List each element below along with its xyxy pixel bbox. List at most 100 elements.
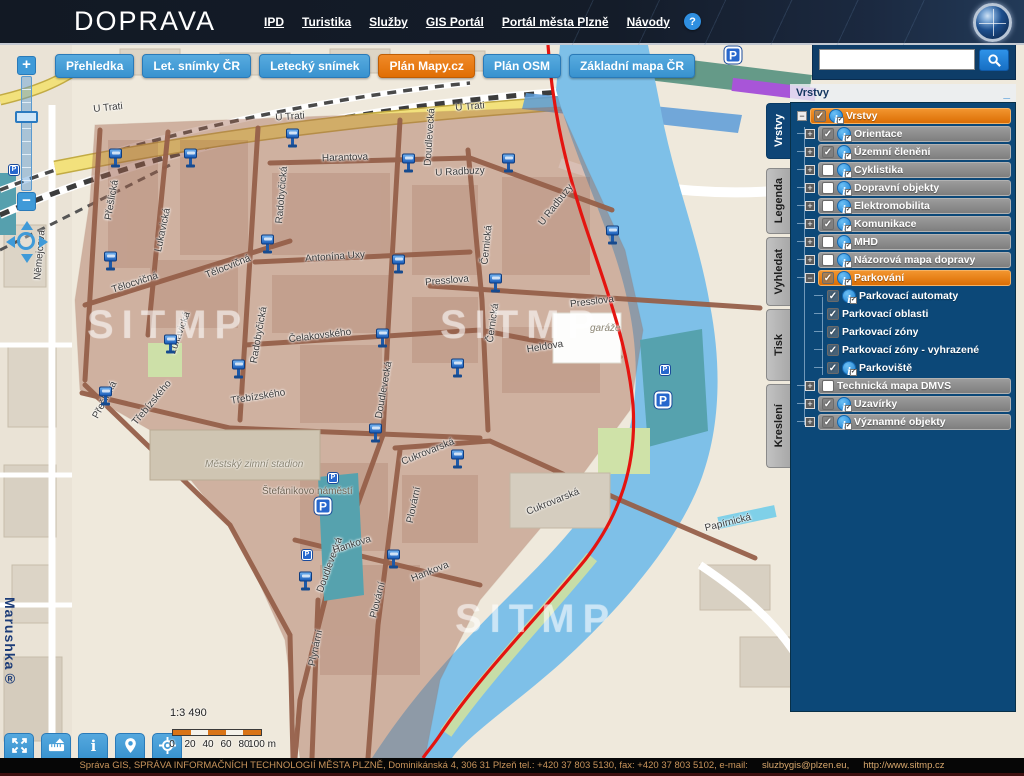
expander-plus-icon[interactable]: + (805, 201, 815, 211)
parking-meter-pin[interactable] (501, 154, 515, 175)
layer-row-komunikace[interactable]: +✓i✓Komunikace (795, 215, 1011, 232)
layer-row-n-zorov-mapa-dopravy[interactable]: +i✓Názorová mapa dopravy (795, 251, 1011, 268)
layer-info-icon[interactable]: i✓ (837, 199, 851, 213)
search-input[interactable] (819, 49, 975, 70)
expander-plus-icon[interactable]: + (805, 399, 815, 409)
layer-row-elektromobilita[interactable]: +i✓Elektromobilita (795, 197, 1011, 214)
basemap-button-z-kladn-mapa-r[interactable]: Základní mapa ČR (569, 54, 695, 78)
parking-meter-pin[interactable] (375, 329, 389, 350)
tab-vyhledat[interactable]: Vyhledat (766, 237, 790, 306)
pan-right-icon[interactable] (39, 236, 48, 248)
layer-info-icon[interactable]: i✓ (837, 163, 851, 177)
expander-plus-icon[interactable]: + (805, 183, 815, 193)
layer-row-vrstvy[interactable]: −✓i✓Vrstvy (795, 107, 1011, 124)
unchecked-checkbox[interactable] (822, 200, 834, 212)
expander-plus-icon[interactable]: + (805, 129, 815, 139)
menu-link-slu-by[interactable]: Služby (369, 15, 408, 29)
layer-row-parkovac-automaty[interactable]: ✓i✓Parkovací automaty (795, 287, 1011, 304)
unchecked-checkbox[interactable] (822, 182, 834, 194)
unchecked-checkbox[interactable] (822, 164, 834, 176)
search-button[interactable] (979, 49, 1009, 71)
expander-plus-icon[interactable]: + (805, 417, 815, 427)
info-button[interactable]: i (78, 733, 108, 758)
zoom-slider-handle[interactable] (15, 111, 38, 123)
zoom-slider-track[interactable] (21, 76, 32, 191)
parking-meter-pin[interactable] (450, 450, 464, 471)
measure-button[interactable] (41, 733, 71, 758)
checked-checkbox[interactable]: ✓ (822, 416, 834, 428)
layer-row-zemn-len-n[interactable]: +✓i✓Územní členění (795, 143, 1011, 160)
layer-info-icon[interactable]: i✓ (837, 397, 851, 411)
layer-row-parkovi-t[interactable]: ✓i✓Parkoviště (795, 359, 1011, 376)
checked-checkbox[interactable]: ✓ (822, 128, 834, 140)
layer-info-icon[interactable]: i✓ (842, 361, 856, 375)
layer-info-icon[interactable]: i✓ (829, 109, 843, 123)
expander-plus-icon[interactable]: + (805, 165, 815, 175)
checked-checkbox[interactable]: ✓ (827, 326, 839, 338)
layer-row-parkovac-oblasti[interactable]: ✓Parkovací oblasti (795, 305, 1011, 322)
tab-tisk[interactable]: Tisk (766, 309, 790, 381)
layer-info-icon[interactable]: i✓ (837, 181, 851, 195)
layer-info-icon[interactable]: i✓ (837, 235, 851, 249)
layer-row-parkov-n[interactable]: −✓i✓Parkování (795, 269, 1011, 286)
parking-meter-pin[interactable] (450, 359, 464, 380)
unchecked-checkbox[interactable] (822, 254, 834, 266)
tab-kreslen[interactable]: Kreslení (766, 384, 790, 468)
parking-meter-pin[interactable] (488, 274, 502, 295)
expander-plus-icon[interactable]: + (805, 381, 815, 391)
parking-meter-pin[interactable] (298, 572, 312, 593)
parking-meter-pin[interactable] (386, 550, 400, 571)
expander-plus-icon[interactable]: + (805, 255, 815, 265)
footer-url-link[interactable]: http://www.sitmp.cz (863, 760, 944, 771)
pan-ring-icon[interactable] (17, 232, 35, 250)
parking-meter-pin[interactable] (98, 387, 112, 408)
parking-meter-pin[interactable] (163, 335, 177, 356)
parking-meter-pin[interactable] (605, 226, 619, 247)
parking-meter-pin[interactable] (260, 235, 274, 256)
checked-checkbox[interactable]: ✓ (827, 344, 839, 356)
expander-plus-icon[interactable]: + (805, 147, 815, 157)
layer-info-icon[interactable]: i✓ (837, 415, 851, 429)
layer-row-uzav-rky[interactable]: +✓i✓Uzavírky (795, 395, 1011, 412)
parking-meter-pin[interactable] (401, 154, 415, 175)
layer-row-technick-mapa-dmvs[interactable]: +Technická mapa DMVS (795, 377, 1011, 394)
basemap-button-pl-n-mapy-cz[interactable]: Plán Mapy.cz (378, 54, 474, 78)
layer-info-icon[interactable]: i✓ (837, 271, 851, 285)
pan-down-icon[interactable] (21, 254, 33, 263)
layer-info-icon[interactable]: i✓ (842, 289, 856, 303)
parking-meter-pin[interactable] (285, 129, 299, 150)
gps-button[interactable] (115, 733, 145, 758)
unchecked-checkbox[interactable] (822, 380, 834, 392)
zoom-out-button[interactable]: − (17, 192, 36, 211)
menu-link-gis-port-l[interactable]: GIS Portál (426, 15, 484, 29)
checked-checkbox[interactable]: ✓ (822, 146, 834, 158)
checked-checkbox[interactable]: ✓ (814, 110, 826, 122)
parking-meter-pin[interactable] (108, 149, 122, 170)
checked-checkbox[interactable]: ✓ (827, 290, 839, 302)
parking-meter-pin[interactable] (103, 252, 117, 273)
layer-row-parkovac-z-ny[interactable]: ✓Parkovací zóny (795, 323, 1011, 340)
layer-row-orientace[interactable]: +✓i✓Orientace (795, 125, 1011, 142)
footer-email-link[interactable]: sluzbygis@plzen.eu, (762, 760, 849, 771)
basemap-button-pl-n-osm[interactable]: Plán OSM (483, 54, 561, 78)
parking-meter-pin[interactable] (183, 149, 197, 170)
locate-button[interactable] (152, 733, 182, 758)
parking-meter-pin[interactable] (368, 424, 382, 445)
layer-row-v-znamn-objekty[interactable]: +✓i✓Významné objekty (795, 413, 1011, 430)
layer-row-cyklistika[interactable]: +i✓Cyklistika (795, 161, 1011, 178)
parking-meter-pin[interactable] (391, 255, 405, 276)
layer-row-mhd[interactable]: +i✓MHD (795, 233, 1011, 250)
expander-plus-icon[interactable]: + (805, 219, 815, 229)
checked-checkbox[interactable]: ✓ (827, 362, 839, 374)
layer-info-icon[interactable]: i✓ (837, 127, 851, 141)
parking-meter-pin[interactable] (231, 360, 245, 381)
checked-checkbox[interactable]: ✓ (822, 218, 834, 230)
unchecked-checkbox[interactable] (822, 236, 834, 248)
expander-minus-icon[interactable]: − (797, 111, 807, 121)
checked-checkbox[interactable]: ✓ (827, 308, 839, 320)
expander-plus-icon[interactable]: + (805, 237, 815, 247)
pan-up-icon[interactable] (21, 221, 33, 230)
menu-link-ipd[interactable]: IPD (264, 15, 284, 29)
basemap-button-p-ehledka[interactable]: Přehledka (55, 54, 134, 78)
pan-control[interactable] (8, 223, 46, 261)
